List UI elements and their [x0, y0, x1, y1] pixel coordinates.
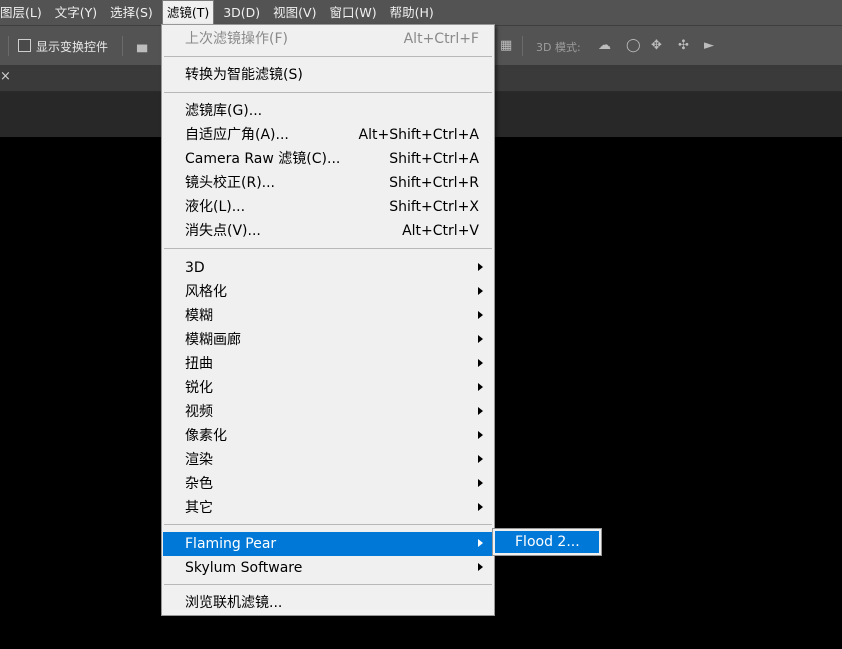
submenu-arrow-icon [478, 407, 483, 415]
orbit-3d-icon[interactable]: ☁ [598, 39, 611, 52]
menu-item-vanishing-point[interactable]: 消失点(V)... Alt+Ctrl+V [163, 219, 493, 243]
submenu-arrow-icon [478, 287, 483, 295]
menu-item-blur-gallery[interactable]: 模糊画廊 [163, 328, 493, 352]
menu-bar: 图层(L) 文字(Y) 选择(S) 滤镜(T) 3D(D) 视图(V) 窗口(W… [0, 0, 842, 25]
menu-item-label: 滤镜库(G)... [185, 103, 263, 119]
filter-dropdown-menu: 上次滤镜操作(F) Alt+Ctrl+F 转换为智能滤镜(S) 滤镜库(G)..… [161, 24, 495, 616]
show-transform-checkbox[interactable] [18, 39, 31, 52]
distribute-icon[interactable]: ▦ [500, 39, 512, 52]
menu-item-other[interactable]: 其它 [163, 496, 493, 520]
menu-item-filter-gallery[interactable]: 滤镜库(G)... [163, 99, 493, 123]
submenu-arrow-icon [478, 335, 483, 343]
menu-item-distort[interactable]: 扭曲 [163, 352, 493, 376]
menu-item-label: 视频 [185, 404, 213, 420]
menu-item-video[interactable]: 视频 [163, 400, 493, 424]
menu-item-label: 风格化 [185, 284, 227, 300]
menu-item-label: 上次滤镜操作(F) [185, 31, 288, 47]
menu-item-shortcut: Shift+Ctrl+A [389, 151, 479, 167]
align-top-icon[interactable]: ▄ [137, 39, 147, 52]
menu-select[interactable]: 选择(S) [106, 0, 157, 25]
menu-window[interactable]: 窗口(W) [325, 0, 380, 25]
menu-item-liquify[interactable]: 液化(L)... Shift+Ctrl+X [163, 195, 493, 219]
menu-item-adaptive-wide-angle[interactable]: 自适应广角(A)... Alt+Shift+Ctrl+A [163, 123, 493, 147]
submenu-arrow-icon [478, 431, 483, 439]
menu-help[interactable]: 帮助(H) [386, 0, 438, 25]
close-icon[interactable]: × [0, 70, 11, 84]
menu-item-label: 转换为智能滤镜(S) [185, 67, 303, 83]
menu-item-label: 杂色 [185, 476, 213, 492]
flaming-pear-submenu: Flood 2... [492, 528, 602, 556]
pan-3d-icon[interactable]: ✥ [651, 39, 662, 52]
menu-item-convert-smart-filter[interactable]: 转换为智能滤镜(S) [163, 63, 493, 87]
menu-item-label: 模糊 [185, 308, 213, 324]
menu-item-flood[interactable]: Flood 2... [495, 531, 599, 553]
submenu-arrow-icon [478, 539, 483, 547]
menu-item-label: 镜头校正(R)... [185, 175, 276, 191]
menu-item-label: Camera Raw 滤镜(C)... [185, 151, 341, 167]
menu-item-render[interactable]: 渲染 [163, 448, 493, 472]
menu-item-label: 消失点(V)... [185, 223, 261, 239]
menu-separator [164, 56, 492, 57]
menu-item-label: 扭曲 [185, 356, 213, 372]
menu-view[interactable]: 视图(V) [269, 0, 320, 25]
menu-item-label: 自适应广角(A)... [185, 127, 289, 143]
menu-item-flaming-pear[interactable]: Flaming Pear [163, 532, 493, 556]
menu-item-label: Flood 2... [515, 534, 580, 550]
submenu-arrow-icon [478, 503, 483, 511]
menu-item-label: 3D [185, 260, 205, 276]
menu-item-label: 其它 [185, 500, 213, 516]
submenu-arrow-icon [478, 311, 483, 319]
slide-3d-icon[interactable]: ✣ [678, 39, 689, 52]
menu-item-label: 液化(L)... [185, 199, 246, 215]
menu-item-sharpen[interactable]: 锐化 [163, 376, 493, 400]
menu-separator [164, 92, 492, 93]
menu-item-stylize[interactable]: 风格化 [163, 280, 493, 304]
menu-3d[interactable]: 3D(D) [219, 0, 264, 25]
menu-item-last-filter: 上次滤镜操作(F) Alt+Ctrl+F [163, 27, 493, 51]
submenu-arrow-icon [478, 383, 483, 391]
menu-item-browse-online-filters[interactable]: 浏览联机滤镜... [163, 591, 493, 615]
menu-separator [164, 584, 492, 585]
menu-item-label: 模糊画廊 [185, 332, 241, 348]
menu-item-label: Skylum Software [185, 560, 303, 576]
menu-item-shortcut: Alt+Shift+Ctrl+A [358, 127, 479, 143]
menu-item-noise[interactable]: 杂色 [163, 472, 493, 496]
menu-type[interactable]: 文字(Y) [51, 0, 101, 25]
menu-item-camera-raw[interactable]: Camera Raw 滤镜(C)... Shift+Ctrl+A [163, 147, 493, 171]
menu-item-blur[interactable]: 模糊 [163, 304, 493, 328]
menu-item-skylum-software[interactable]: Skylum Software [163, 556, 493, 580]
menu-separator [164, 524, 492, 525]
divider [522, 36, 523, 56]
menu-filter[interactable]: 滤镜(T) [161, 0, 215, 25]
menu-item-shortcut: Shift+Ctrl+R [389, 175, 479, 191]
scale-3d-icon[interactable]: ► [704, 39, 714, 52]
submenu-arrow-icon [478, 359, 483, 367]
menu-separator [164, 248, 492, 249]
submenu-arrow-icon [478, 563, 483, 571]
menu-item-label: 锐化 [185, 380, 213, 396]
menu-item-label: 像素化 [185, 428, 227, 444]
menu-item-shortcut: Alt+Ctrl+V [402, 223, 479, 239]
submenu-arrow-icon [478, 455, 483, 463]
menu-item-shortcut: Alt+Ctrl+F [403, 31, 479, 47]
show-transform-label: 显示变换控件 [36, 40, 109, 54]
submenu-arrow-icon [478, 479, 483, 487]
menu-item-3d[interactable]: 3D [163, 256, 493, 280]
menu-item-shortcut: Shift+Ctrl+X [389, 199, 479, 215]
3d-mode-label: 3D 模式: [536, 41, 581, 54]
roll-3d-icon[interactable]: ◯ [626, 39, 641, 52]
menu-item-pixelate[interactable]: 像素化 [163, 424, 493, 448]
menu-item-label: 渲染 [185, 452, 213, 468]
menu-item-lens-correction[interactable]: 镜头校正(R)... Shift+Ctrl+R [163, 171, 493, 195]
submenu-arrow-icon [478, 263, 483, 271]
menu-item-label: 浏览联机滤镜... [185, 595, 283, 611]
menu-item-label: Flaming Pear [185, 536, 277, 552]
divider [8, 36, 9, 56]
divider [122, 36, 123, 56]
menu-layer[interactable]: 图层(L) [0, 0, 46, 25]
